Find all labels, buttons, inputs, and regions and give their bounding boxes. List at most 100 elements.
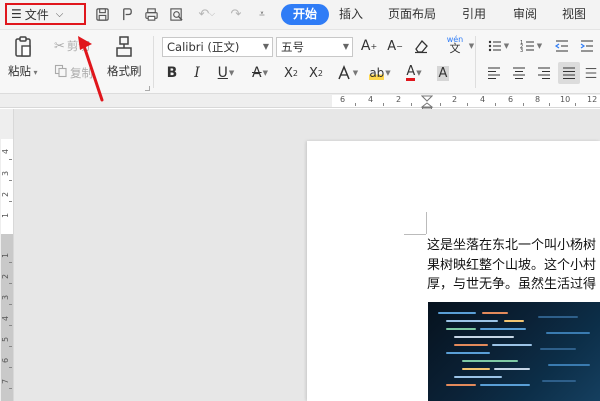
bold-icon[interactable]: B — [164, 64, 180, 82]
tab-view[interactable]: 视图 — [556, 4, 592, 25]
ruler-number: 1 — [1, 212, 11, 219]
ruler-number: 10 — [560, 95, 571, 104]
ruler-tick — [467, 103, 468, 106]
print-preview-icon[interactable] — [167, 5, 185, 23]
superscript-icon[interactable]: X2 — [281, 64, 301, 82]
ruler-number: 3 — [1, 294, 11, 301]
italic-icon[interactable]: I — [189, 64, 205, 82]
menu-bar: ☰ 文件 ⌵ ↶ ⌵ ↷ ⩡ 开始 插入 页面布局 引用 审阅 视图 — [0, 0, 600, 30]
font-size-select[interactable]: 五号 ▼ — [276, 37, 353, 57]
format-painter-button[interactable]: 格式刷 — [107, 34, 142, 79]
document-text-line[interactable]: 果树映红整个山坡。这个小村 — [427, 256, 600, 276]
code-line — [482, 312, 508, 314]
numbering-icon[interactable]: 1 2 3 ▼ — [518, 37, 544, 55]
ruler-tick — [549, 103, 550, 106]
ruler-tick — [9, 180, 12, 181]
ruler-number: 8 — [535, 95, 541, 104]
ruler-tick — [9, 304, 12, 305]
tab-insert[interactable]: 插入 — [333, 4, 369, 25]
subscript-icon[interactable]: X2 — [306, 64, 326, 82]
ruler-tick — [9, 367, 12, 368]
strikethrough-icon[interactable]: A ▼ — [246, 64, 274, 82]
export-pdf-icon[interactable] — [118, 5, 136, 23]
code-line — [494, 368, 530, 370]
paste-label: 粘贴 — [8, 64, 31, 78]
embedded-code-image[interactable] — [428, 302, 600, 401]
code-line — [548, 364, 590, 366]
code-line — [446, 320, 498, 322]
ruler-tick — [9, 325, 12, 326]
customize-toolbar-icon[interactable]: ⩡ — [253, 5, 271, 23]
undo-dropdown-icon[interactable]: ⌵ — [207, 5, 217, 23]
align-left-icon[interactable] — [485, 64, 503, 82]
annotation-arrow-icon — [78, 36, 104, 102]
bullets-icon[interactable]: ▼ — [485, 37, 511, 55]
ruler-tick — [9, 388, 12, 389]
chevron-down-icon: ⌵ — [55, 8, 64, 20]
save-icon[interactable] — [93, 5, 111, 23]
code-line — [538, 316, 578, 318]
copy-icon — [54, 64, 68, 81]
ruler-tick — [495, 103, 496, 106]
char-shading-icon[interactable]: A — [433, 64, 453, 82]
code-line — [542, 380, 576, 382]
tab-review[interactable]: 审阅 — [507, 4, 543, 25]
document-text-line[interactable]: 这是坐落在东北一个叫小杨树 — [427, 236, 600, 256]
margin-corner-mark — [404, 234, 426, 235]
hamburger-icon: ☰ — [11, 7, 22, 21]
tab-references[interactable]: 引用 — [456, 4, 492, 25]
scissors-icon: ✂ — [54, 38, 65, 54]
ruler-number: 4 — [1, 148, 11, 155]
chevron-down-icon: ▼ — [342, 42, 349, 51]
tab-home[interactable]: 开始 — [281, 4, 330, 25]
shrink-font-icon[interactable]: A − — [385, 37, 405, 55]
ruler-number: 2 — [1, 191, 11, 198]
code-line — [454, 336, 514, 338]
document-body-text[interactable]: 这是坐落在东北一个叫小杨树 果树映红整个山坡。这个小村 厚，与世无争。虽然生活过… — [427, 236, 600, 295]
decrease-indent-icon[interactable] — [553, 37, 571, 55]
code-line — [546, 332, 590, 334]
code-line — [446, 352, 490, 354]
ruler-number: 2 — [396, 95, 402, 104]
align-right-icon[interactable] — [535, 64, 553, 82]
clipboard-group-launcher[interactable] — [145, 86, 150, 91]
font-color-icon[interactable]: A ▼ — [400, 64, 428, 82]
paste-button[interactable]: 粘贴 ▾ — [8, 34, 38, 79]
format-painter-icon — [111, 34, 137, 60]
vertical-ruler[interactable]: 4 3 2 1 1 2 3 4 5 6 7 — [0, 109, 14, 401]
ruler-number: 6 — [1, 357, 11, 364]
align-center-icon[interactable] — [510, 64, 528, 82]
chevron-down-icon: ▼ — [262, 42, 269, 51]
tab-page-layout[interactable]: 页面布局 — [382, 4, 442, 25]
increase-indent-icon[interactable] — [578, 37, 596, 55]
document-text-line[interactable]: 厚，与世无争。虽然生活过得 — [427, 275, 600, 295]
ruler-number: 4 — [1, 315, 11, 322]
text-effect-icon[interactable]: ▼ — [333, 64, 361, 82]
ruler-tick — [523, 103, 524, 106]
phonetic-guide-button[interactable]: wén 文 — [441, 35, 469, 54]
code-line — [462, 368, 490, 370]
underline-icon[interactable]: U ▼ — [213, 64, 239, 82]
justify-icon[interactable] — [558, 62, 580, 84]
clear-format-icon[interactable] — [411, 37, 431, 55]
ruler-number: 6 — [508, 95, 514, 104]
redo-icon[interactable]: ↷ — [227, 5, 245, 23]
print-icon[interactable] — [142, 5, 160, 23]
ruler-number: 3 — [1, 170, 11, 177]
grow-font-icon[interactable]: A + — [359, 37, 379, 55]
divider — [153, 36, 154, 88]
distributed-align-icon[interactable] — [584, 64, 598, 82]
ruler-tick — [440, 103, 441, 106]
ruler-number: 6 — [340, 95, 346, 104]
font-name-select[interactable]: Calibri (正文) ▼ — [162, 37, 273, 57]
code-line — [462, 360, 518, 362]
code-line — [454, 344, 488, 346]
ruler-number: 2 — [1, 273, 11, 280]
ruler-tick — [575, 103, 576, 106]
highlight-icon[interactable]: ab ▼ — [366, 64, 394, 82]
ruler-number: 12 — [587, 95, 598, 104]
font-name-value: Calibri (正文) — [167, 40, 240, 54]
code-line — [480, 328, 526, 330]
file-menu-button[interactable]: ☰ 文件 ⌵ — [5, 3, 86, 25]
chevron-down-icon[interactable]: ▼ — [467, 37, 475, 55]
